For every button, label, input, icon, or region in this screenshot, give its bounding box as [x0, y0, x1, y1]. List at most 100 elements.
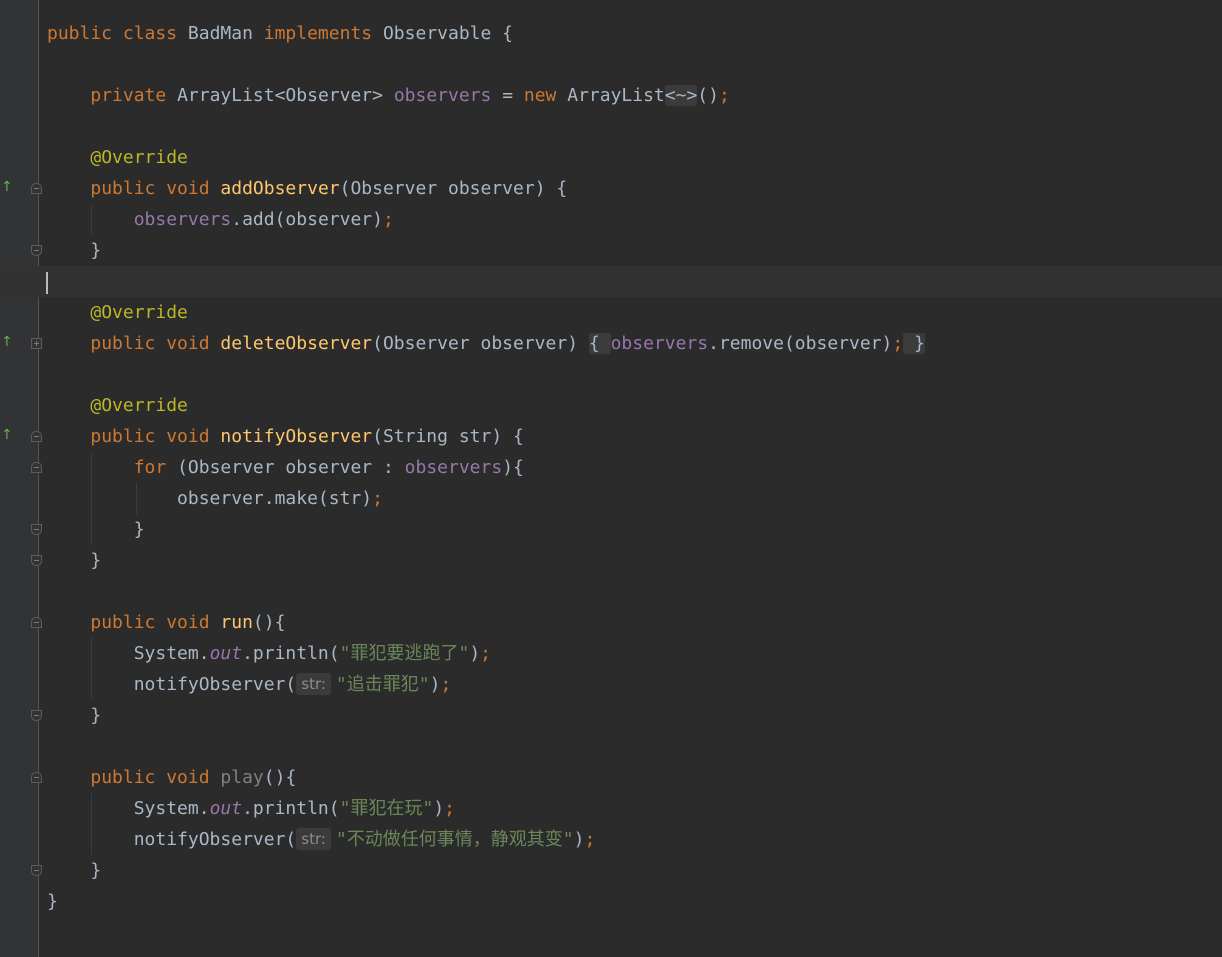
code-line[interactable]: public void deleteObserver(Observer obse…: [0, 328, 1222, 359]
code-token: deleteObserver: [220, 333, 373, 354]
expand-fold-icon[interactable]: [31, 338, 42, 349]
code-line[interactable]: System.out.println("罪犯要逃跑了");: [0, 638, 1222, 669]
code-line[interactable]: for (Observer observer : observers){: [0, 452, 1222, 483]
implements-method-icon[interactable]: ↑: [1, 334, 13, 350]
code-editor[interactable]: public class BadMan implements Observabl…: [0, 0, 1222, 957]
code-line[interactable]: }: [0, 545, 1222, 576]
folded-region[interactable]: {: [588, 333, 611, 354]
code-line[interactable]: }: [0, 700, 1222, 731]
code-line-text[interactable]: private ArrayList<Observer> observers = …: [47, 80, 730, 111]
code-line-text[interactable]: @Override: [47, 390, 188, 421]
code-line-text[interactable]: observer.make(str);: [47, 483, 383, 514]
code-line[interactable]: notifyObserver(str: "不动做任何事情，静观其变");: [0, 824, 1222, 855]
code-line[interactable]: public class BadMan implements Observabl…: [0, 18, 1222, 49]
code-line-text[interactable]: System.out.println("罪犯要逃跑了");: [47, 638, 491, 669]
code-line-text[interactable]: notifyObserver(str: "不动做任何事情，静观其变");: [47, 824, 595, 855]
collapse-fold-icon[interactable]: [31, 462, 42, 473]
collapse-fold-icon[interactable]: [31, 865, 42, 876]
code-token: notifyObserver(: [47, 829, 297, 850]
code-line-text[interactable]: }: [47, 886, 58, 917]
code-token: ): [469, 643, 481, 664]
code-token: public class: [47, 23, 188, 44]
code-token: ;: [382, 209, 394, 230]
code-line-text[interactable]: observers.add(observer);: [47, 204, 394, 235]
collapse-fold-icon[interactable]: [31, 555, 42, 566]
implements-method-icon[interactable]: ↑: [1, 427, 13, 443]
code-token: }: [47, 705, 102, 726]
code-line[interactable]: @Override: [0, 142, 1222, 173]
collapse-fold-icon[interactable]: [31, 183, 42, 194]
code-token: public void: [90, 426, 221, 447]
code-line[interactable]: }: [0, 886, 1222, 917]
collapse-fold-icon[interactable]: [31, 431, 42, 442]
code-token: .add(observer): [231, 209, 383, 230]
code-token: observers: [133, 209, 232, 230]
code-token: observers: [404, 457, 503, 478]
code-line-text[interactable]: }: [47, 235, 101, 266]
folded-region[interactable]: }: [903, 333, 925, 354]
code-line-text[interactable]: public void addObserver(Observer observe…: [47, 173, 567, 204]
code-line[interactable]: public void run(){: [0, 607, 1222, 638]
code-line[interactable]: observers.add(observer);: [0, 204, 1222, 235]
code-line[interactable]: @Override: [0, 297, 1222, 328]
code-token: .remove(observer): [708, 333, 893, 354]
code-line[interactable]: [0, 111, 1222, 142]
collapse-fold-icon[interactable]: [31, 617, 42, 628]
code-line-text[interactable]: @Override: [47, 297, 188, 328]
code-token: ;: [584, 829, 596, 850]
code-line[interactable]: public void notifyObserver(String str) {: [0, 421, 1222, 452]
collapse-fold-icon[interactable]: [31, 710, 42, 721]
indent-guide: [136, 483, 137, 514]
code-line-text[interactable]: }: [47, 545, 101, 576]
indent-guide: [91, 793, 92, 855]
code-line[interactable]: [0, 49, 1222, 80]
code-token: public void: [90, 178, 221, 199]
code-token: @Override: [90, 395, 188, 416]
code-line-text[interactable]: }: [47, 514, 145, 545]
code-line[interactable]: }: [0, 855, 1222, 886]
code-line-text[interactable]: public class BadMan implements Observabl…: [47, 18, 513, 49]
code-line[interactable]: [0, 731, 1222, 762]
code-line-text[interactable]: System.out.println("罪犯在玩");: [47, 793, 455, 824]
code-line[interactable]: public void play(){: [0, 762, 1222, 793]
code-line[interactable]: }: [0, 514, 1222, 545]
code-line-text[interactable]: notifyObserver(str: "追击罪犯");: [47, 669, 451, 700]
code-token: implements: [263, 23, 383, 44]
folded-region[interactable]: <~>: [664, 85, 698, 106]
code-line-text[interactable]: public void play(){: [47, 762, 296, 793]
code-token: "不动做任何事情，静观其变": [335, 829, 574, 850]
code-line[interactable]: observer.make(str);: [0, 483, 1222, 514]
code-line-text[interactable]: }: [47, 700, 101, 731]
code-token: out: [209, 798, 243, 819]
code-line[interactable]: }: [0, 235, 1222, 266]
code-line[interactable]: private ArrayList<Observer> observers = …: [0, 80, 1222, 111]
implements-method-icon[interactable]: ↑: [1, 179, 13, 195]
code-line[interactable]: notifyObserver(str: "追击罪犯");: [0, 669, 1222, 700]
text-caret: [46, 272, 48, 294]
code-line-text[interactable]: public void run(){: [47, 607, 285, 638]
code-token: .println(: [242, 643, 340, 664]
code-line[interactable]: [0, 359, 1222, 390]
code-line-text[interactable]: for (Observer observer : observers){: [47, 452, 524, 483]
code-token: ){: [502, 457, 524, 478]
code-token: }: [47, 550, 102, 571]
parameter-hint: str:: [296, 828, 331, 850]
code-line-text[interactable]: @Override: [47, 142, 188, 173]
code-line-text[interactable]: public void deleteObserver(Observer obse…: [47, 328, 925, 359]
collapse-fold-icon[interactable]: [31, 772, 42, 783]
code-token: "罪犯在玩": [339, 798, 434, 819]
code-line[interactable]: public void addObserver(Observer observe…: [0, 173, 1222, 204]
collapse-fold-icon[interactable]: [31, 524, 42, 535]
code-line-text[interactable]: public void notifyObserver(String str) {: [47, 421, 523, 452]
code-line[interactable]: [0, 266, 1222, 297]
code-line[interactable]: System.out.println("罪犯在玩");: [0, 793, 1222, 824]
collapse-fold-icon[interactable]: [31, 245, 42, 256]
code-token: }: [47, 519, 145, 540]
code-line[interactable]: @Override: [0, 390, 1222, 421]
code-token: ArrayList<Observer>: [177, 85, 394, 106]
code-token: for: [133, 457, 178, 478]
code-line[interactable]: [0, 576, 1222, 607]
code-line-text[interactable]: }: [47, 855, 101, 886]
